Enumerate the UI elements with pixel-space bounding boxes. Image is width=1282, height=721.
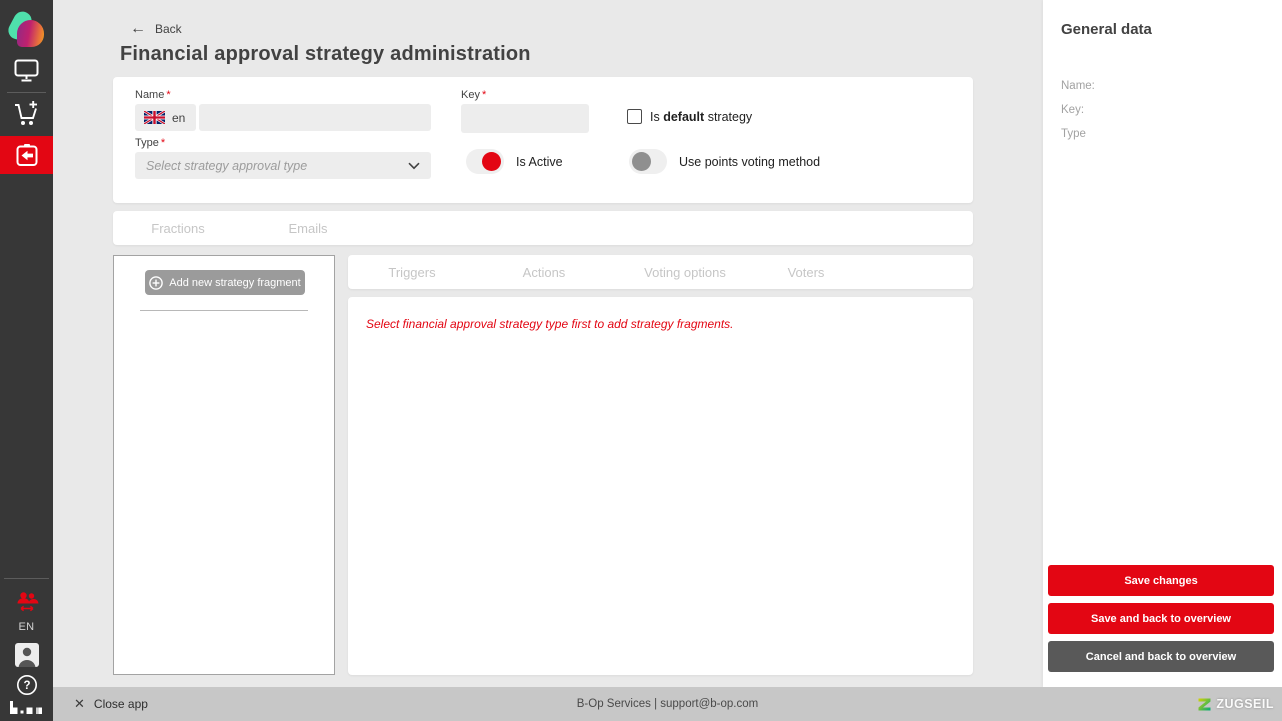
bop-logo (0, 700, 53, 715)
users-switch-icon (14, 590, 40, 614)
is-active-label: Is Active (516, 154, 563, 169)
fragment-content-panel: Select financial approval strategy type … (348, 297, 973, 675)
sidebar-item-shop[interactable] (0, 99, 53, 129)
sidebar-divider (7, 92, 46, 93)
type-field-label: Type * (135, 137, 166, 149)
fragment-tabbar: Triggers Actions Voting options Voters (348, 255, 973, 289)
sidebar: EN ? (0, 0, 53, 721)
sidebar-item-help[interactable]: ? (0, 673, 53, 697)
zugseil-brand-name: ZUGSEIL (1216, 697, 1274, 711)
general-data-panel: General data Name: Key: Type Save change… (1043, 0, 1282, 687)
select-type-notice: Select financial approval strategy type … (366, 317, 734, 331)
required-marker: * (481, 89, 487, 101)
type-select-placeholder: Select strategy approval type (146, 158, 308, 173)
summary-type-row: Type (1061, 128, 1086, 140)
sidebar-item-desktop[interactable] (0, 57, 53, 83)
general-form-card: Name * en Key * Is default strategy Type * (113, 77, 973, 203)
clipboard-arrow-left-icon (14, 142, 40, 168)
service-contact-text: B-Op Services | support@b-op.com (576, 698, 759, 710)
sidebar-item-user-switch[interactable] (0, 589, 53, 615)
avatar-icon (14, 643, 39, 667)
strategy-tabbar: Fractions Emails (113, 211, 973, 245)
tab-voters[interactable]: Voters (758, 255, 854, 289)
points-voting-label: Use points voting method (679, 154, 821, 169)
key-input[interactable] (461, 104, 589, 133)
back-button[interactable]: ← Back (130, 21, 182, 37)
save-changes-button[interactable]: Save changes (1048, 565, 1274, 596)
brand-logo (0, 6, 53, 52)
type-select[interactable]: Select strategy approval type (135, 152, 431, 179)
monitor-icon (14, 59, 39, 82)
page-title: Financial approval strategy administrati… (120, 43, 531, 65)
footer-bar: ✕ Close app B-Op Services | support@b-op… (53, 687, 1282, 721)
zugseil-brand: ZUGSEIL (1197, 687, 1274, 721)
name-language-selector[interactable]: en (135, 104, 196, 131)
back-label: Back (155, 22, 182, 36)
app-window: EN ? ← Back Financial approval strategy … (0, 0, 1282, 721)
help-icon: ? (16, 674, 38, 696)
add-strategy-fragment-label: Add new strategy fragment (169, 276, 301, 289)
cancel-and-back-button[interactable]: Cancel and back to overview (1048, 641, 1274, 672)
tab-triggers[interactable]: Triggers (348, 255, 476, 289)
tab-voting-options[interactable]: Voting options (612, 255, 758, 289)
sidebar-language-switcher[interactable]: EN (0, 619, 53, 635)
is-default-label: Is default strategy (650, 109, 753, 124)
points-voting-toggle-row[interactable]: Use points voting method (629, 149, 820, 174)
summary-name-row: Name: (1061, 80, 1095, 92)
name-field-label: Name * (135, 89, 171, 101)
summary-key-row: Key: (1061, 104, 1085, 116)
svg-text:?: ? (23, 680, 30, 692)
required-marker: * (160, 137, 166, 149)
language-code: EN (18, 621, 35, 633)
is-active-toggle[interactable] (466, 149, 504, 174)
zugseil-z-icon (1197, 697, 1212, 712)
sidebar-divider (4, 578, 49, 579)
save-and-back-button[interactable]: Save and back to overview (1048, 603, 1274, 634)
cart-plus-icon (13, 100, 40, 128)
fragment-list-divider (140, 310, 308, 311)
general-data-title: General data (1061, 21, 1152, 38)
tab-fractions[interactable]: Fractions (113, 211, 243, 245)
sidebar-item-strategy-admin-active[interactable] (0, 136, 53, 174)
sidebar-item-profile[interactable] (0, 642, 53, 668)
is-active-toggle-row[interactable]: Is Active (466, 149, 563, 174)
add-strategy-fragment-button[interactable]: Add new strategy fragment (145, 270, 305, 295)
name-input[interactable] (199, 104, 431, 131)
tab-actions[interactable]: Actions (476, 255, 612, 289)
tab-emails[interactable]: Emails (243, 211, 373, 245)
plus-circle-icon (149, 275, 164, 290)
strategy-fragments-panel: Add new strategy fragment (113, 255, 335, 675)
brand-logo-gradient-shape (16, 20, 44, 47)
required-marker: * (166, 89, 171, 101)
points-voting-toggle[interactable] (629, 149, 667, 174)
uk-flag-icon (144, 111, 165, 124)
chevron-down-icon (408, 162, 420, 170)
language-code-label: en (172, 110, 186, 125)
is-default-checkbox-row[interactable]: Is default strategy (627, 109, 752, 124)
back-arrow-icon: ← (130, 20, 146, 37)
key-field-label: Key * (461, 89, 487, 101)
is-default-checkbox[interactable] (627, 109, 642, 124)
